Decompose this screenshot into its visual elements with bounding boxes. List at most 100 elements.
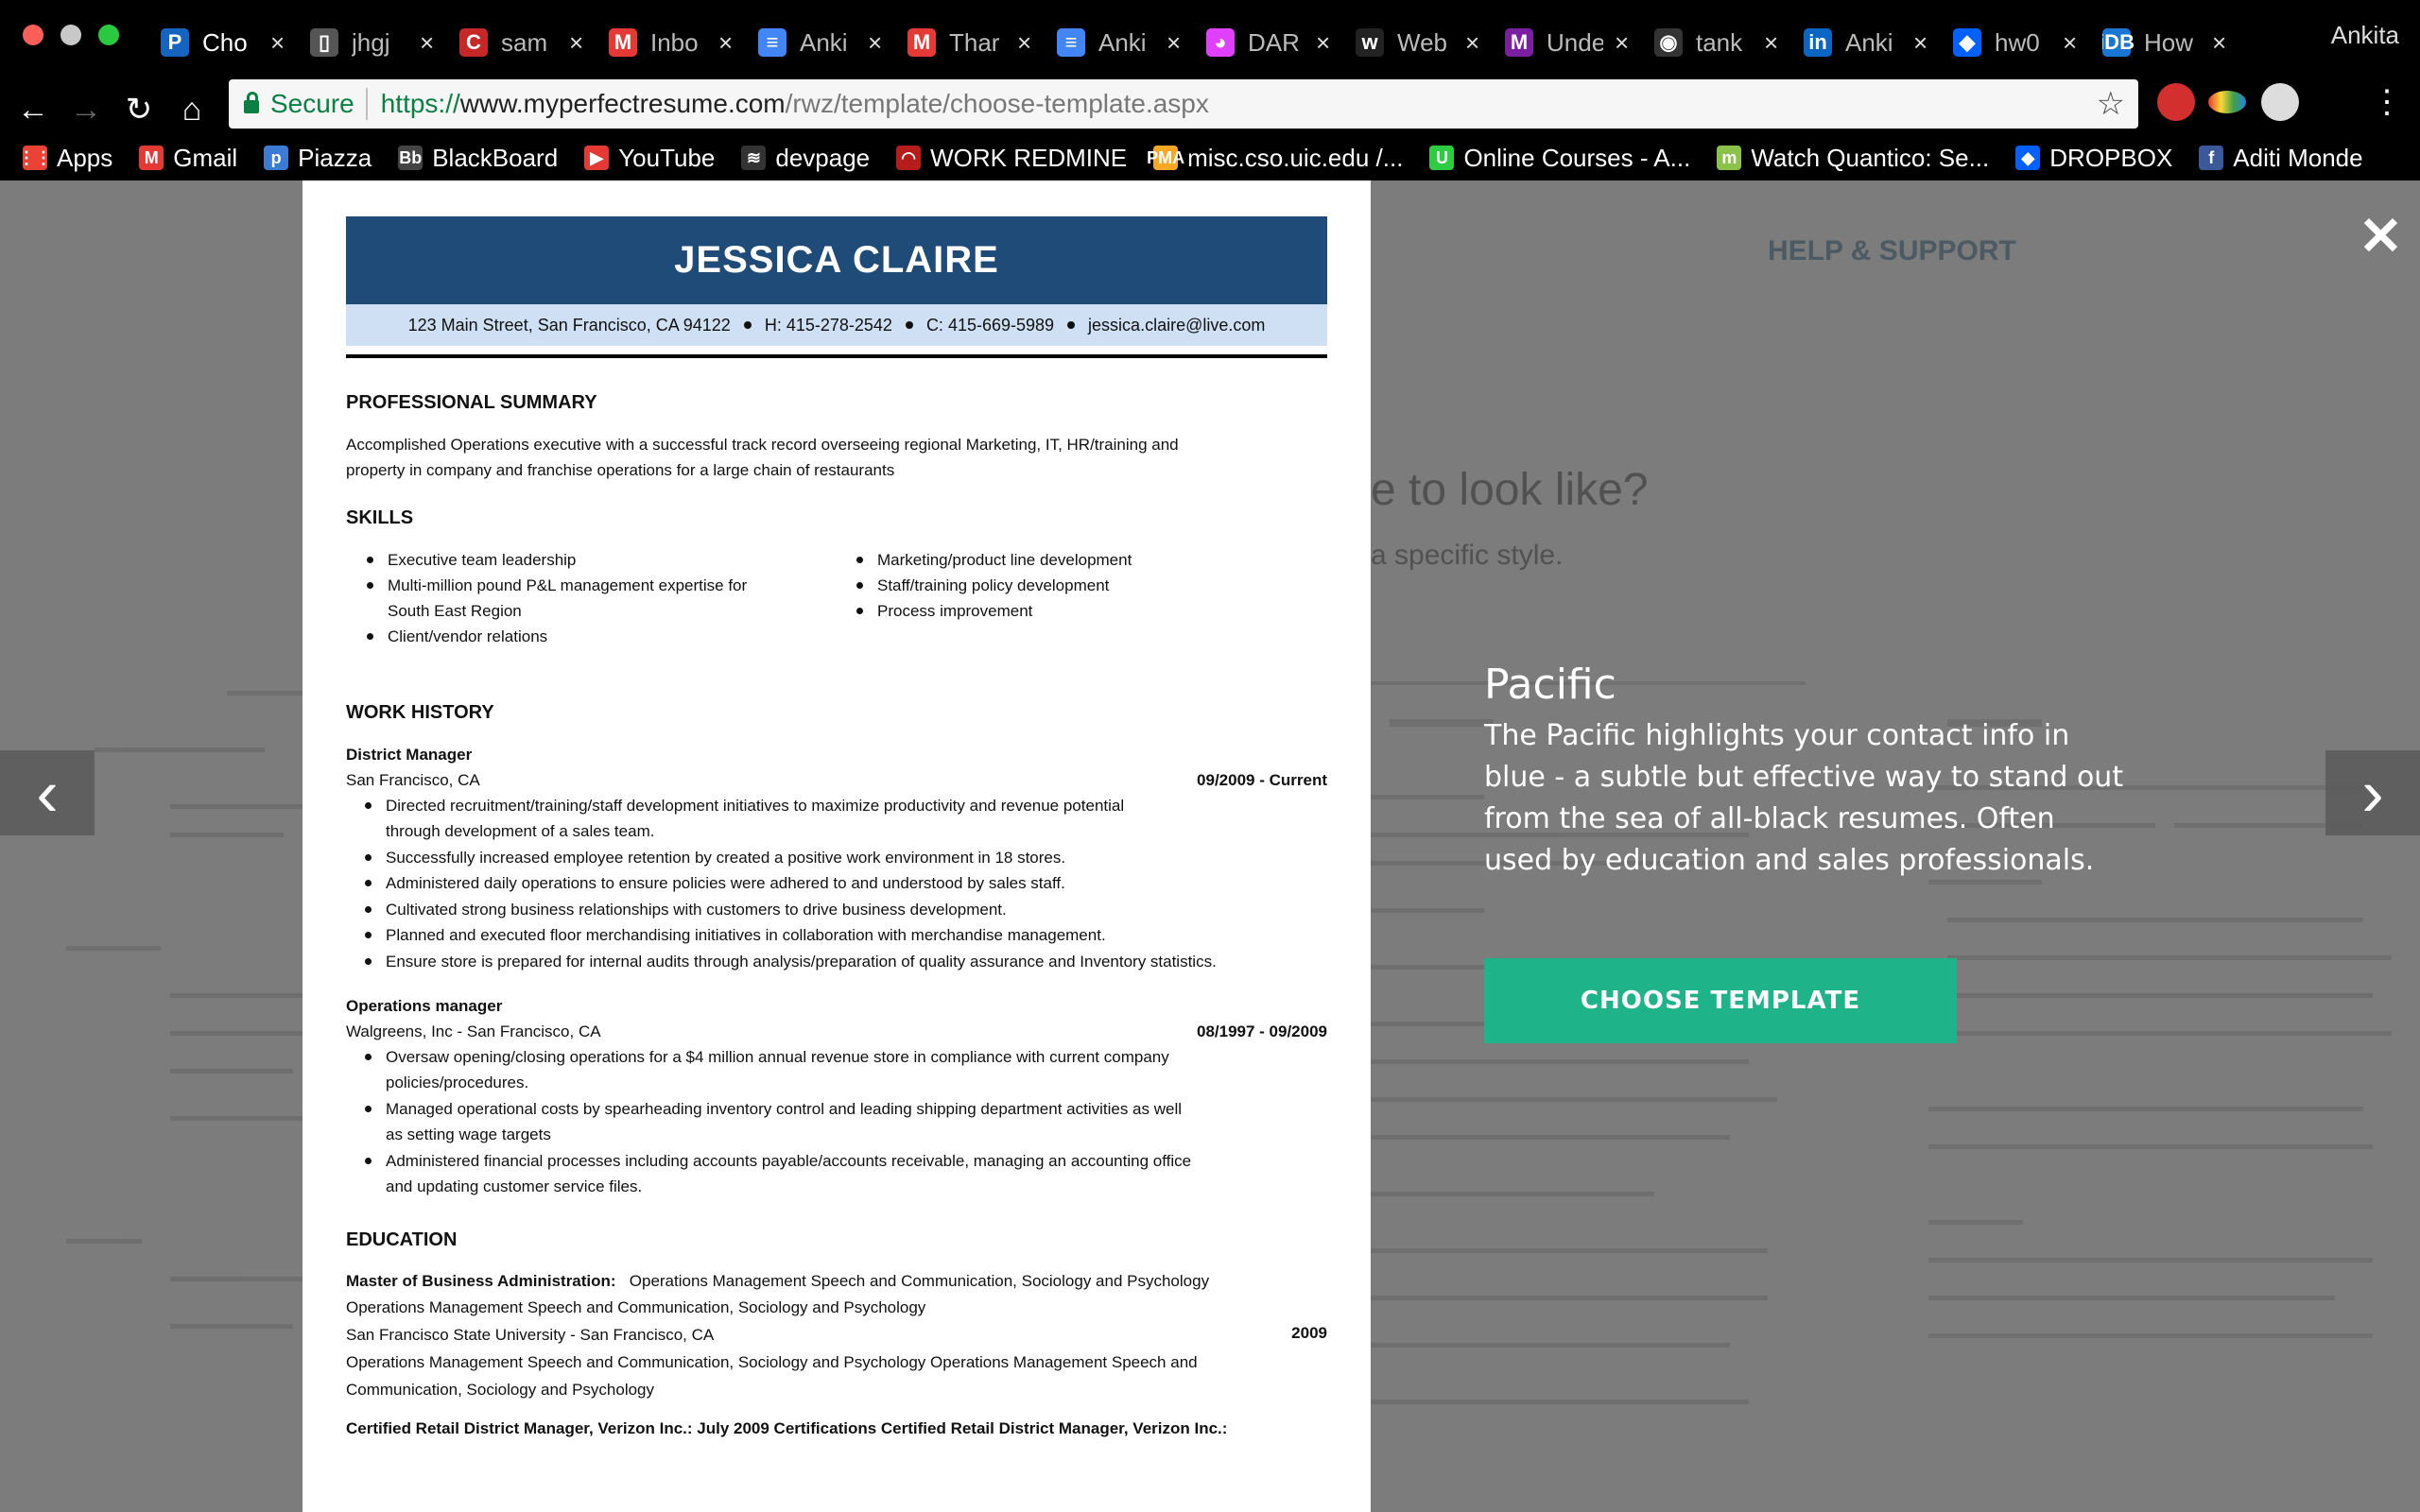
skills-heading: SKILLS [346, 507, 414, 528]
job-bullet: Administered daily operations to ensure … [365, 870, 1065, 896]
tab-favicon-icon: ≡ [758, 28, 786, 57]
browser-tab[interactable]: ◉ tank × [1654, 17, 1778, 68]
extension-cloud-icon[interactable] [2261, 83, 2299, 121]
bookmark-favicon-icon: M [139, 146, 164, 170]
tab-close-icon[interactable]: × [1465, 28, 1479, 58]
tab-title: sam [501, 27, 548, 57]
browser-tab[interactable]: M Inbo × [609, 17, 733, 68]
bookmark-item[interactable]: ≋ devpage [741, 144, 870, 173]
job-bullet: Ensure store is prepared for internal au… [365, 949, 1217, 974]
browser-tab[interactable]: ≡ Anki × [1057, 17, 1181, 68]
tab-close-icon[interactable]: × [270, 28, 285, 58]
bookmark-favicon-icon: ▶ [584, 146, 610, 170]
bookmark-item[interactable]: m Watch Quantico: Se... [1717, 144, 1989, 173]
job-dates: 08/1997 - 09/2009 [1196, 1022, 1327, 1040]
tab-close-icon[interactable]: × [2212, 28, 2226, 58]
education-school: San Francisco State University - San Fra… [346, 1326, 715, 1344]
bookmark-item[interactable]: U Online Courses - A... [1429, 144, 1690, 173]
tab-close-icon[interactable]: × [1167, 28, 1181, 58]
skill-item: Staff/training policy development [856, 573, 1109, 598]
summary-line: property in company and franchise operat… [346, 461, 895, 479]
minimize-window-button[interactable] [60, 25, 81, 45]
back-button[interactable]: ← [11, 88, 55, 131]
tab-close-icon[interactable]: × [1913, 28, 1927, 58]
browser-tab[interactable]: ◕ DAR × [1206, 17, 1330, 68]
home-button[interactable]: ⌂ [170, 88, 214, 131]
close-window-button[interactable] [23, 25, 43, 45]
tab-favicon-icon: ◆ [1953, 28, 1981, 57]
tab-close-icon[interactable]: × [868, 28, 882, 58]
education-heading: EDUCATION [346, 1229, 458, 1250]
bookmark-item[interactable]: ⋮⋮ Apps [18, 144, 112, 173]
bookmark-favicon-icon: f [2199, 146, 2224, 170]
forward-button[interactable]: → [64, 88, 108, 131]
job-bullet-cont: and updating customer service files. [386, 1177, 643, 1195]
bookmark-label: devpage [775, 143, 871, 172]
tab-favicon-icon: in [1804, 28, 1832, 57]
skill-item: Executive team leadership [366, 547, 576, 573]
tab-title: Cho [202, 27, 248, 57]
browser-tab[interactable]: ◆ hw0 × [1953, 17, 2077, 68]
tab-title: Anki [1845, 27, 1893, 57]
bookmark-item[interactable]: ◆ DROPBOX [2015, 144, 2172, 173]
bookmark-item[interactable]: p Piazza [264, 144, 372, 173]
bookmark-star-icon[interactable]: ☆ [2097, 85, 2125, 123]
tab-close-icon[interactable]: × [420, 28, 434, 58]
skill-item: Multi-million pound P&L management exper… [366, 573, 747, 598]
browser-tab[interactable]: Csam × [459, 17, 583, 68]
bookmark-item[interactable]: ▶ YouTube [584, 144, 715, 173]
tab-close-icon[interactable]: × [2063, 28, 2077, 58]
bookmark-item[interactable]: M Gmail [139, 144, 237, 173]
tab-title: tank [1696, 27, 1743, 57]
browser-tab[interactable]: ≡ Anki × [758, 17, 882, 68]
extension-rainbow-icon[interactable] [2208, 91, 2246, 113]
template-title: Pacific [1484, 661, 1616, 709]
browser-tab[interactable]: P Cho × [161, 17, 285, 68]
choose-template-button[interactable]: CHOOSE TEMPLATE [1484, 958, 1957, 1043]
tab-close-icon[interactable]: × [569, 28, 583, 58]
tab-close-icon[interactable]: × [1316, 28, 1330, 58]
address-bar[interactable]: Secure https://www.myperfectresume.com/r… [229, 79, 2138, 129]
next-template-button[interactable]: › [2325, 750, 2420, 835]
bookmark-item[interactable]: Bb BlackBoard [398, 144, 558, 173]
template-description: The Pacific highlights your contact info… [1484, 719, 2124, 877]
bookmark-favicon-icon: m [1717, 146, 1742, 170]
url-scheme: https:// [380, 89, 460, 118]
page-content: HELP & SUPPORT e to look like? a specifi… [0, 180, 2420, 1512]
tab-close-icon[interactable]: × [718, 28, 733, 58]
browser-tab[interactable]: M Unde × [1505, 17, 1629, 68]
tab-close-icon[interactable]: × [1764, 28, 1778, 58]
browser-tab[interactable]: iDB How × [2102, 17, 2226, 68]
job-bullet: Administered financial processes includi… [364, 1148, 1191, 1174]
education-field: Operations Management Speech and Communi… [629, 1272, 1210, 1290]
browser-tab[interactable]: w Web × [1356, 17, 1479, 68]
job-bullet: Managed operational costs by spearheadin… [364, 1096, 1182, 1122]
browser-tab[interactable]: in Anki × [1804, 17, 1927, 68]
education-degree: Master of Business Administration: [346, 1272, 616, 1290]
bookmark-item[interactable]: ◠ WORK REDMINE [896, 144, 1127, 173]
job-bullet: Oversaw opening/closing operations for a… [365, 1044, 1169, 1070]
omnibox-separator [365, 88, 368, 120]
previous-template-button[interactable]: ‹ [0, 750, 95, 835]
bookmark-label: Online Courses - A... [1463, 143, 1691, 172]
bookmark-label: BlackBoard [432, 143, 559, 172]
browser-tab[interactable]: M Thar × [908, 17, 1031, 68]
bookmark-item[interactable]: f Aditi Monde [2199, 144, 2363, 173]
close-icon[interactable]: ✕ [2359, 205, 2403, 267]
tab-close-icon[interactable]: × [1017, 28, 1031, 58]
extension-badge-icon[interactable] [2157, 83, 2195, 121]
job-dates: 09/2009 - Current [1197, 771, 1327, 789]
browser-tab[interactable]: ▯ jhgj × [310, 17, 434, 68]
bookmark-favicon-icon: ≋ [741, 146, 767, 170]
tab-favicon-icon: M [1505, 28, 1533, 57]
bullet-dot-icon [1067, 321, 1076, 329]
zoom-window-button[interactable] [98, 25, 119, 45]
chrome-menu-icon[interactable]: ⋮ [2371, 83, 2403, 121]
help-support-link[interactable]: HELP & SUPPORT [1768, 235, 2016, 267]
reload-button[interactable]: ↻ [117, 88, 161, 131]
chevron-right-icon: › [2361, 756, 2384, 830]
tab-close-icon[interactable]: × [1615, 28, 1629, 58]
bookmark-item[interactable]: PMA misc.cso.uic.edu /... [1147, 144, 1403, 173]
url-host: www.myperfectresume.com [459, 89, 786, 118]
profile-name[interactable]: Ankita [2331, 21, 2399, 50]
